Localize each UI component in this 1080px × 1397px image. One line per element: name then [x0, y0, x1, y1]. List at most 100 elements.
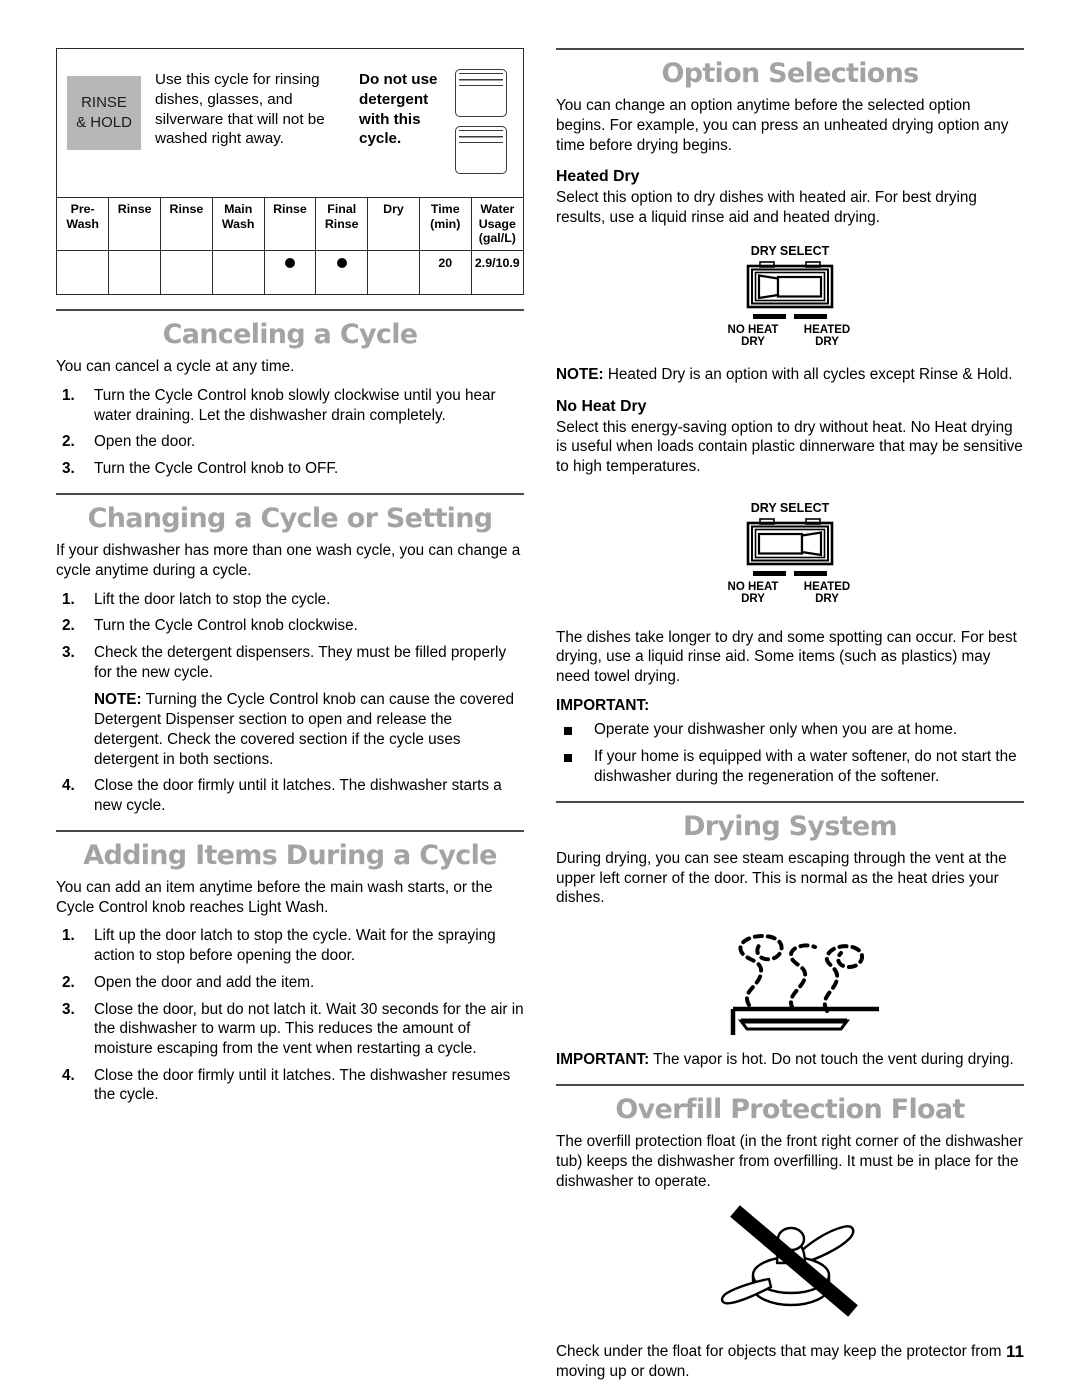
manual-page: RINSE & HOLD Use this cycle for rinsing … — [56, 48, 1024, 1380]
left-column: RINSE & HOLD Use this cycle for rinsing … — [56, 48, 534, 1391]
list-item: Turn the Cycle Control knob slowly clock… — [62, 386, 496, 424]
note-label: NOTE: — [556, 365, 604, 383]
steam-vent-illustration-icon — [730, 934, 879, 1036]
list-item: Turn the Cycle Control knob to OFF. — [62, 459, 339, 478]
table-header-row: Pre- Wash Rinse Rinse Main Wash Rinse Fina… — [57, 197, 523, 250]
adding-intro: You can add an item anytime before the m… — [56, 878, 493, 916]
table-row: 20 2.9/10.9 — [57, 249, 523, 294]
list-item: If your home is equipped with a water so… — [556, 747, 1024, 786]
cell-time: 20 — [419, 249, 472, 294]
col-header-pre-wash: Pre- Wash — [57, 197, 110, 250]
note-text: Turning the Cycle Control knob can cause… — [94, 691, 515, 768]
detergent-cup-icon — [455, 69, 507, 117]
float-obstruction-figure — [556, 1201, 1024, 1328]
list-item: Lift the door latch to stop the cycle. — [62, 590, 331, 609]
cycle-badge-line-2: & HOLD — [76, 114, 132, 131]
option-selections-intro: You can change an option anytime before … — [556, 97, 1009, 154]
section-divider — [556, 800, 1024, 803]
changing-intro: If your dishwasher has more than one was… — [56, 542, 521, 579]
col-header-dry: Dry — [367, 197, 420, 250]
phase-dot — [284, 258, 295, 269]
important-text: The vapor is hot. Do not touch the vent … — [649, 1051, 1014, 1069]
cycle-panel-header: RINSE & HOLD Use this cycle for rinsing … — [57, 49, 523, 197]
list-item: Operate your dishwasher only when you ar… — [556, 720, 1024, 740]
changing-steps: Lift the door latch to stop the cycle. T… — [56, 590, 524, 816]
subheading-heated-dry: Heated Dry — [556, 168, 640, 186]
dry-select-switch-icon: DRY SELECT NO HEAT DRY HEATED DRY — [728, 244, 851, 348]
switch-left-label-line1: NO HEAT — [728, 324, 779, 336]
section-divider — [56, 492, 524, 495]
drying-system-text: During drying, you can see steam escapin… — [556, 849, 1007, 907]
col-header-water-usage: Water Usage (gal/L) — [478, 202, 516, 245]
page-title-canceling: Canceling a Cycle — [162, 319, 418, 350]
section-divider — [556, 48, 1024, 50]
cell-final-rinse — [315, 249, 369, 294]
page-title-drying-system: Drying System — [683, 810, 898, 842]
col-header-time: Time (min) — [419, 197, 472, 250]
column-gutter — [534, 48, 546, 1391]
cycle-badge-line-1: RINSE — [81, 94, 127, 112]
page-title-option-selections: Option Selections — [661, 58, 919, 89]
switch-left-label-line2: DRY — [741, 593, 765, 605]
important-label: IMPORTANT: — [556, 696, 650, 714]
no-heat-dry-text-2: The dishes take longer to dry and some s… — [556, 628, 1017, 686]
list-item: Close the door, but do not latch it. Wai… — [62, 1000, 524, 1057]
section-divider — [56, 309, 524, 311]
dry-select-title: DRY SELECT — [751, 244, 830, 258]
cell-rinse-3 — [264, 249, 317, 294]
col-header-rinse-2: Rinse — [160, 197, 213, 250]
col-header-final-rinse: Final Rinse — [315, 197, 369, 250]
two-column-layout: RINSE & HOLD Use this cycle for rinsing … — [56, 48, 1024, 1391]
switch-right-label-line1: HEATED — [804, 324, 850, 336]
section-divider — [556, 1083, 1024, 1086]
switch-left-label-line2: DRY — [741, 336, 765, 348]
canceling-intro: You can cancel a cycle at any time. — [56, 358, 295, 376]
important-bullet-list: Operate your dishwasher only when you ar… — [556, 720, 1024, 787]
cell-main-wash — [212, 249, 265, 294]
note-text: Heated Dry is an option with all cycles … — [603, 365, 1013, 383]
list-item: Close the door firmly until it latches. … — [62, 776, 502, 814]
col-header-main-wash: Main Wash — [212, 197, 265, 250]
subheading-no-heat-dry: No Heat Dry — [556, 397, 647, 415]
list-item: Open the door and add the item. — [62, 973, 315, 992]
cell-pre-wash — [57, 249, 110, 294]
steam-vent-figure — [556, 917, 1024, 1040]
cycle-phases-table: Pre- Wash Rinse Rinse Main Wash Rinse Fina… — [57, 197, 523, 294]
dry-select-title: DRY SELECT — [751, 501, 830, 515]
switch-right-label-line1: HEATED — [804, 581, 850, 593]
switch-left-label-line1: NO HEAT — [728, 581, 779, 593]
drying-system-important: IMPORTANT: The vapor is hot. Do not touc… — [556, 1050, 1024, 1070]
cycle-description: Use this cycle for rinsing dishes, glass… — [155, 71, 325, 148]
heated-dry-text: Select this option to dry dishes with he… — [556, 189, 977, 227]
detergent-cup-icon — [455, 126, 507, 174]
important-label: IMPORTANT: — [556, 1051, 650, 1069]
cell-rinse-1 — [108, 249, 162, 294]
phase-dot — [336, 258, 347, 269]
dry-select-switch-heated-figure: DRY SELECT NO HEAT DRY HEATED DRY — [556, 242, 1024, 355]
col-header-rinse-3: Rinse — [264, 197, 317, 250]
overfill-float-text-2: Check under the float for objects that m… — [556, 1343, 1002, 1380]
right-column: Option Selections You can change an opti… — [546, 48, 1024, 1391]
cycle-name-badge: RINSE & HOLD — [67, 76, 141, 150]
rinse-and-hold-cycle-panel: RINSE & HOLD Use this cycle for rinsing … — [56, 48, 524, 295]
changing-note: NOTE: Turning the Cycle Control knob can… — [94, 690, 524, 769]
float-obstruction-prohibited-icon — [720, 1205, 858, 1317]
dry-select-switch-icon: DRY SELECT NO HEAT DRY HEATED DRY — [728, 501, 851, 605]
overfill-float-text: The overfill protection float (in the fr… — [556, 1133, 1023, 1190]
list-item: Close the door firmly until it latches. … — [62, 1066, 511, 1104]
page-title-adding: Adding Items During a Cycle — [83, 839, 497, 871]
note-label: NOTE: — [94, 691, 142, 709]
detergent-dispenser-icons — [455, 61, 513, 183]
list-item: Open the door. — [62, 432, 196, 451]
list-item: Turn the Cycle Control knob clockwise. — [62, 616, 358, 635]
switch-right-label-line2: DRY — [815, 593, 839, 605]
cycle-detergent-warning: Do not use detergent with this cycle. — [359, 71, 438, 148]
section-divider — [56, 829, 524, 832]
heated-dry-note: NOTE: Heated Dry is an option with all c… — [556, 365, 1024, 385]
dry-select-switch-no-heat-figure: DRY SELECT NO HEAT DRY HEATED DRY — [556, 499, 1024, 612]
switch-right-label-line2: DRY — [815, 336, 839, 348]
page-title-overfill-float: Overfill Protection Float — [615, 1093, 965, 1125]
canceling-steps: Turn the Cycle Control knob slowly clock… — [56, 386, 524, 479]
page-number: 11 — [1006, 1342, 1024, 1361]
adding-steps: Lift up the door latch to stop the cycle… — [56, 926, 524, 1105]
